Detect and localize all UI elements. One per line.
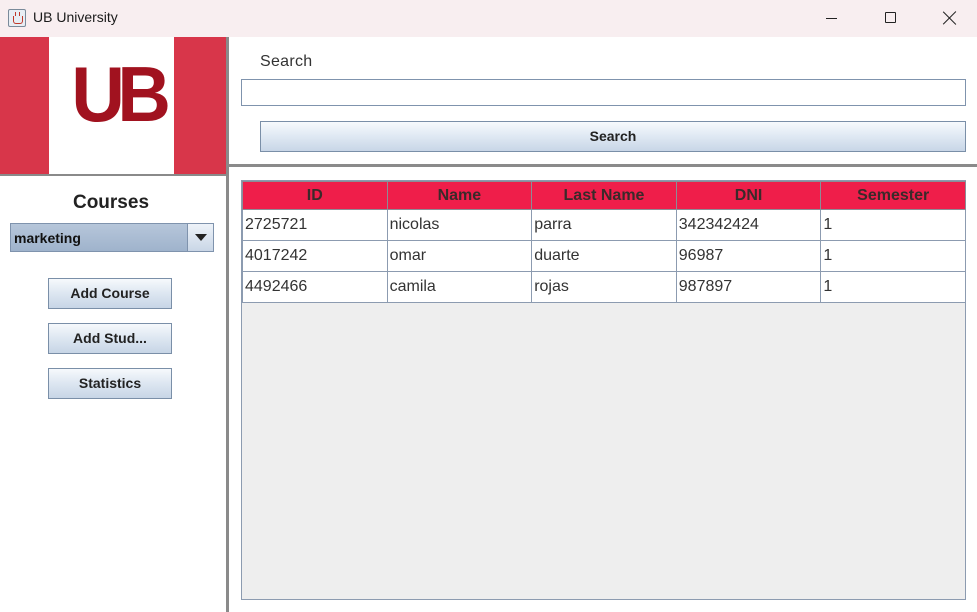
courses-title: Courses — [72, 192, 150, 213]
cell-id[interactable]: 4492466 — [242, 271, 388, 303]
column-header-name[interactable]: Name — [386, 181, 533, 210]
cell-last-name[interactable]: rojas — [531, 271, 677, 303]
search-input[interactable] — [241, 79, 966, 106]
sidebar-divider — [0, 174, 227, 176]
students-table: ID Name Last Name DNI Semester 2725721 n… — [241, 180, 966, 600]
search-label: Search — [260, 53, 313, 70]
table-header-row: ID Name Last Name DNI Semester — [242, 181, 966, 210]
split-pane-divider-vertical[interactable] — [226, 37, 229, 612]
table-row[interactable]: 2725721 nicolas parra 342342424 1 — [242, 209, 966, 241]
close-icon[interactable] — [942, 10, 958, 26]
column-header-dni[interactable]: DNI — [675, 181, 822, 210]
statistics-button[interactable]: Statistics — [48, 368, 172, 399]
cell-dni[interactable]: 342342424 — [675, 209, 822, 241]
table-row[interactable]: 4492466 camila rojas 987897 1 — [242, 271, 966, 303]
course-select[interactable]: marketing — [10, 223, 214, 252]
java-app-icon — [8, 9, 26, 27]
students-table-grid: ID Name Last Name DNI Semester 2725721 n… — [242, 181, 966, 303]
split-pane-divider-horizontal[interactable] — [229, 164, 977, 167]
cell-name[interactable]: nicolas — [386, 209, 533, 241]
cell-id[interactable]: 4017242 — [242, 240, 388, 272]
maximize-icon[interactable] — [885, 12, 896, 23]
chevron-down-icon[interactable] — [187, 224, 213, 251]
app-window: UB University UB Courses marketing Add C… — [0, 0, 977, 612]
column-header-id[interactable]: ID — [242, 181, 388, 210]
cell-last-name[interactable]: parra — [531, 209, 677, 241]
add-course-button[interactable]: Add Course — [48, 278, 172, 309]
column-header-semester[interactable]: Semester — [820, 181, 966, 210]
add-student-button[interactable]: Add Stud... — [48, 323, 172, 354]
table-row[interactable]: 4017242 omar duarte 96987 1 — [242, 240, 966, 272]
window-title: UB University — [33, 9, 118, 25]
cell-dni[interactable]: 987897 — [675, 271, 822, 303]
course-select-value: marketing — [14, 230, 81, 246]
cell-semester[interactable]: 1 — [820, 240, 966, 272]
sidebar: UB Courses marketing Add Course Add Stud… — [0, 37, 227, 612]
search-button[interactable]: Search — [260, 121, 966, 152]
cell-id[interactable]: 2725721 — [242, 209, 388, 241]
column-header-last-name[interactable]: Last Name — [531, 181, 677, 210]
title-bar: UB University — [0, 0, 977, 37]
cell-name[interactable]: omar — [386, 240, 533, 272]
logo: UB — [0, 37, 227, 174]
cell-semester[interactable]: 1 — [820, 271, 966, 303]
cell-semester[interactable]: 1 — [820, 209, 966, 241]
cell-last-name[interactable]: duarte — [531, 240, 677, 272]
cell-dni[interactable]: 96987 — [675, 240, 822, 272]
cell-name[interactable]: camila — [386, 271, 533, 303]
minimize-icon[interactable] — [826, 18, 837, 19]
logo-text: UB — [71, 50, 170, 138]
